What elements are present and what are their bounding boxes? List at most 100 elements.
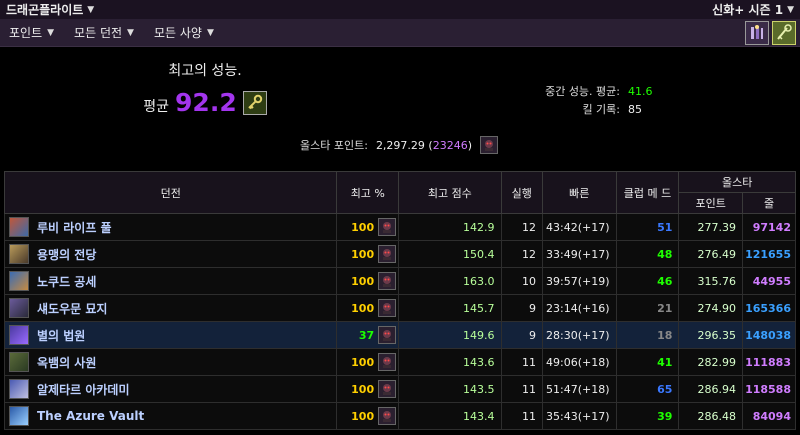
season-dropdown[interactable]: 신화+ 시즌 1 ▼ xyxy=(712,1,794,18)
dungeon-thumbnail-icon xyxy=(9,325,29,345)
dungeon-cell[interactable]: The Azure Vault xyxy=(3,402,338,430)
allstar-points-cell: 274.90 xyxy=(678,294,744,322)
dungeon-cell[interactable]: 알제타르 아카데미 xyxy=(3,375,338,403)
dungeon-filter-label: 모든 던전 xyxy=(74,26,123,40)
dungeon-name: 옥뱀의 사원 xyxy=(37,355,97,370)
dungeon-link[interactable]: 노쿠드 공세 xyxy=(9,271,336,291)
runs-cell: 12 xyxy=(500,240,544,268)
best-pct-cell: 37 xyxy=(336,321,400,349)
best-score-cell: 149.6 xyxy=(398,321,502,349)
chevron-down-icon: ▼ xyxy=(127,27,134,38)
dungeon-cell[interactable]: 별의 법원 xyxy=(3,321,338,349)
boss-portrait-icon[interactable] xyxy=(378,353,397,371)
priest-class-icon[interactable] xyxy=(745,21,769,45)
dungeon-thumbnail-icon xyxy=(9,352,29,372)
allstar-rank-value: 23246 xyxy=(432,138,468,152)
clear-med-cell: 65 xyxy=(615,375,680,403)
clear-med-cell: 21 xyxy=(615,294,680,322)
metric-filter[interactable]: 포인트 ▼ xyxy=(0,19,64,46)
average-line: 평균 92.2 xyxy=(0,88,410,117)
best-pct-cell: 100 xyxy=(336,375,400,403)
table-row[interactable]: 루비 라이프 풀 100 142.9 12 43:42(+17) 51 277.… xyxy=(3,213,796,241)
best-pct-value: 100 xyxy=(351,301,375,315)
table-row[interactable]: 섀도우문 묘지 100 145.7 9 23:14(+16) 21 274.90… xyxy=(3,294,796,322)
allstar-rank-cell: 44955 xyxy=(742,267,796,295)
dungeon-link[interactable]: 별의 법원 xyxy=(9,325,336,345)
best-pct-value: 100 xyxy=(351,409,375,423)
header-fastest[interactable]: 빠른 xyxy=(542,171,617,214)
boss-portrait-icon[interactable] xyxy=(378,326,397,344)
clear-med-cell: 41 xyxy=(615,348,680,376)
header-clear-med[interactable]: 클럽 메 드 xyxy=(615,171,680,214)
top-bar: 드래곤플라이트 ▼ 신화+ 시즌 1 ▼ xyxy=(0,0,800,19)
allstar-rank-cell: 111883 xyxy=(742,348,796,376)
dungeon-link[interactable]: 섀도우문 묘지 xyxy=(9,298,336,318)
allstar-rank-cell: 121655 xyxy=(742,240,796,268)
clear-med-cell: 51 xyxy=(615,213,680,241)
best-score-cell: 143.5 xyxy=(398,375,502,403)
table-row[interactable]: 옥뱀의 사원 100 143.6 11 49:06(+18) 41 282.99… xyxy=(3,348,796,376)
chevron-down-icon: ▼ xyxy=(87,4,95,15)
dungeon-cell[interactable]: 노쿠드 공세 xyxy=(3,267,338,295)
table-row[interactable]: The Azure Vault 100 143.4 11 35:43(+17) … xyxy=(3,402,796,430)
table-row[interactable]: 용맹의 전당 100 150.4 12 33:49(+17) 48 276.49… xyxy=(3,240,796,268)
summary-heading: 최고의 성능. xyxy=(168,63,242,79)
boss-portrait-icon[interactable] xyxy=(378,407,397,425)
allstar-points-cell: 286.48 xyxy=(678,402,744,430)
runs-cell: 9 xyxy=(500,294,544,322)
boss-portrait-icon[interactable] xyxy=(378,299,397,317)
best-score-cell: 150.4 xyxy=(398,240,502,268)
dungeon-filter[interactable]: 모든 던전 ▼ xyxy=(64,19,144,46)
dungeon-table: 던전 최고 % 최고 점수 실행 빠른 클럽 메 드 올스타 포인트 줄 루비 … xyxy=(3,171,796,430)
dungeon-link[interactable]: 알제타르 아카데미 xyxy=(9,379,336,399)
header-rank[interactable]: 줄 xyxy=(742,192,796,214)
allstar-points-value: 2,297.29 xyxy=(375,138,425,152)
header-best-score[interactable]: 최고 점수 xyxy=(398,171,502,214)
dungeon-cell[interactable]: 용맹의 전당 xyxy=(3,240,338,268)
dungeon-cell[interactable]: 옥뱀의 사원 xyxy=(3,348,338,376)
dungeon-cell[interactable]: 루비 라이프 풀 xyxy=(3,213,338,241)
boss-portrait-icon[interactable] xyxy=(480,136,499,154)
dungeon-thumbnail-icon xyxy=(9,217,29,237)
average-label: 평균 xyxy=(143,98,170,115)
dungeon-link[interactable]: 용맹의 전당 xyxy=(9,244,336,264)
header-runs[interactable]: 실행 xyxy=(500,171,544,214)
header-allstar: 올스타 xyxy=(678,171,796,193)
allstar-rank-cell: 165366 xyxy=(742,294,796,322)
runs-cell: 9 xyxy=(500,321,544,349)
runs-cell: 12 xyxy=(500,213,544,241)
dungeon-name: 노쿠드 공세 xyxy=(37,274,97,289)
allstar-points-cell: 276.49 xyxy=(678,240,744,268)
header-dungeon[interactable]: 던전 xyxy=(3,171,338,214)
character-name: 드래곤플라이트 xyxy=(6,3,84,17)
metric-filter-label: 포인트 xyxy=(9,26,43,40)
season-name: 신화+ 시즌 1 xyxy=(712,3,784,17)
boss-portrait-icon[interactable] xyxy=(378,380,397,398)
median-value: 41.6 xyxy=(628,85,653,98)
table-row[interactable]: 알제타르 아카데미 100 143.5 11 51:47(+18) 65 286… xyxy=(3,375,796,403)
best-pct-cell: 100 xyxy=(336,348,400,376)
dungeon-thumbnail-icon xyxy=(9,271,29,291)
header-points[interactable]: 포인트 xyxy=(678,192,744,214)
best-pct-cell: 100 xyxy=(336,240,400,268)
character-dropdown[interactable]: 드래곤플라이트 ▼ xyxy=(6,1,94,18)
dungeon-link[interactable]: 옥뱀의 사원 xyxy=(9,352,336,372)
dungeon-cell[interactable]: 섀도우문 묘지 xyxy=(3,294,338,322)
best-pct-value: 100 xyxy=(351,355,375,369)
dungeon-thumbnail-icon xyxy=(9,379,29,399)
runs-cell: 11 xyxy=(500,375,544,403)
best-score-cell: 143.6 xyxy=(398,348,502,376)
spec-filter[interactable]: 모든 사양 ▼ xyxy=(144,19,224,46)
dungeon-link[interactable]: 루비 라이프 풀 xyxy=(9,217,336,237)
fastest-cell: 43:42(+17) xyxy=(542,213,617,241)
table-row[interactable]: 별의 법원 37 149.6 9 28:30(+17) 18 296.35 14… xyxy=(3,321,796,349)
boss-portrait-icon[interactable] xyxy=(378,218,397,236)
druid-class-icon[interactable] xyxy=(772,21,796,45)
header-best-pct[interactable]: 최고 % xyxy=(336,171,400,214)
boss-portrait-icon[interactable] xyxy=(378,272,397,290)
table-row[interactable]: 노쿠드 공세 100 163.0 10 39:57(+19) 46 315.76… xyxy=(3,267,796,295)
boss-portrait-icon[interactable] xyxy=(378,245,397,263)
dungeon-link[interactable]: The Azure Vault xyxy=(9,406,336,426)
allstar-points-cell: 315.76 xyxy=(678,267,744,295)
best-score-cell: 143.4 xyxy=(398,402,502,430)
